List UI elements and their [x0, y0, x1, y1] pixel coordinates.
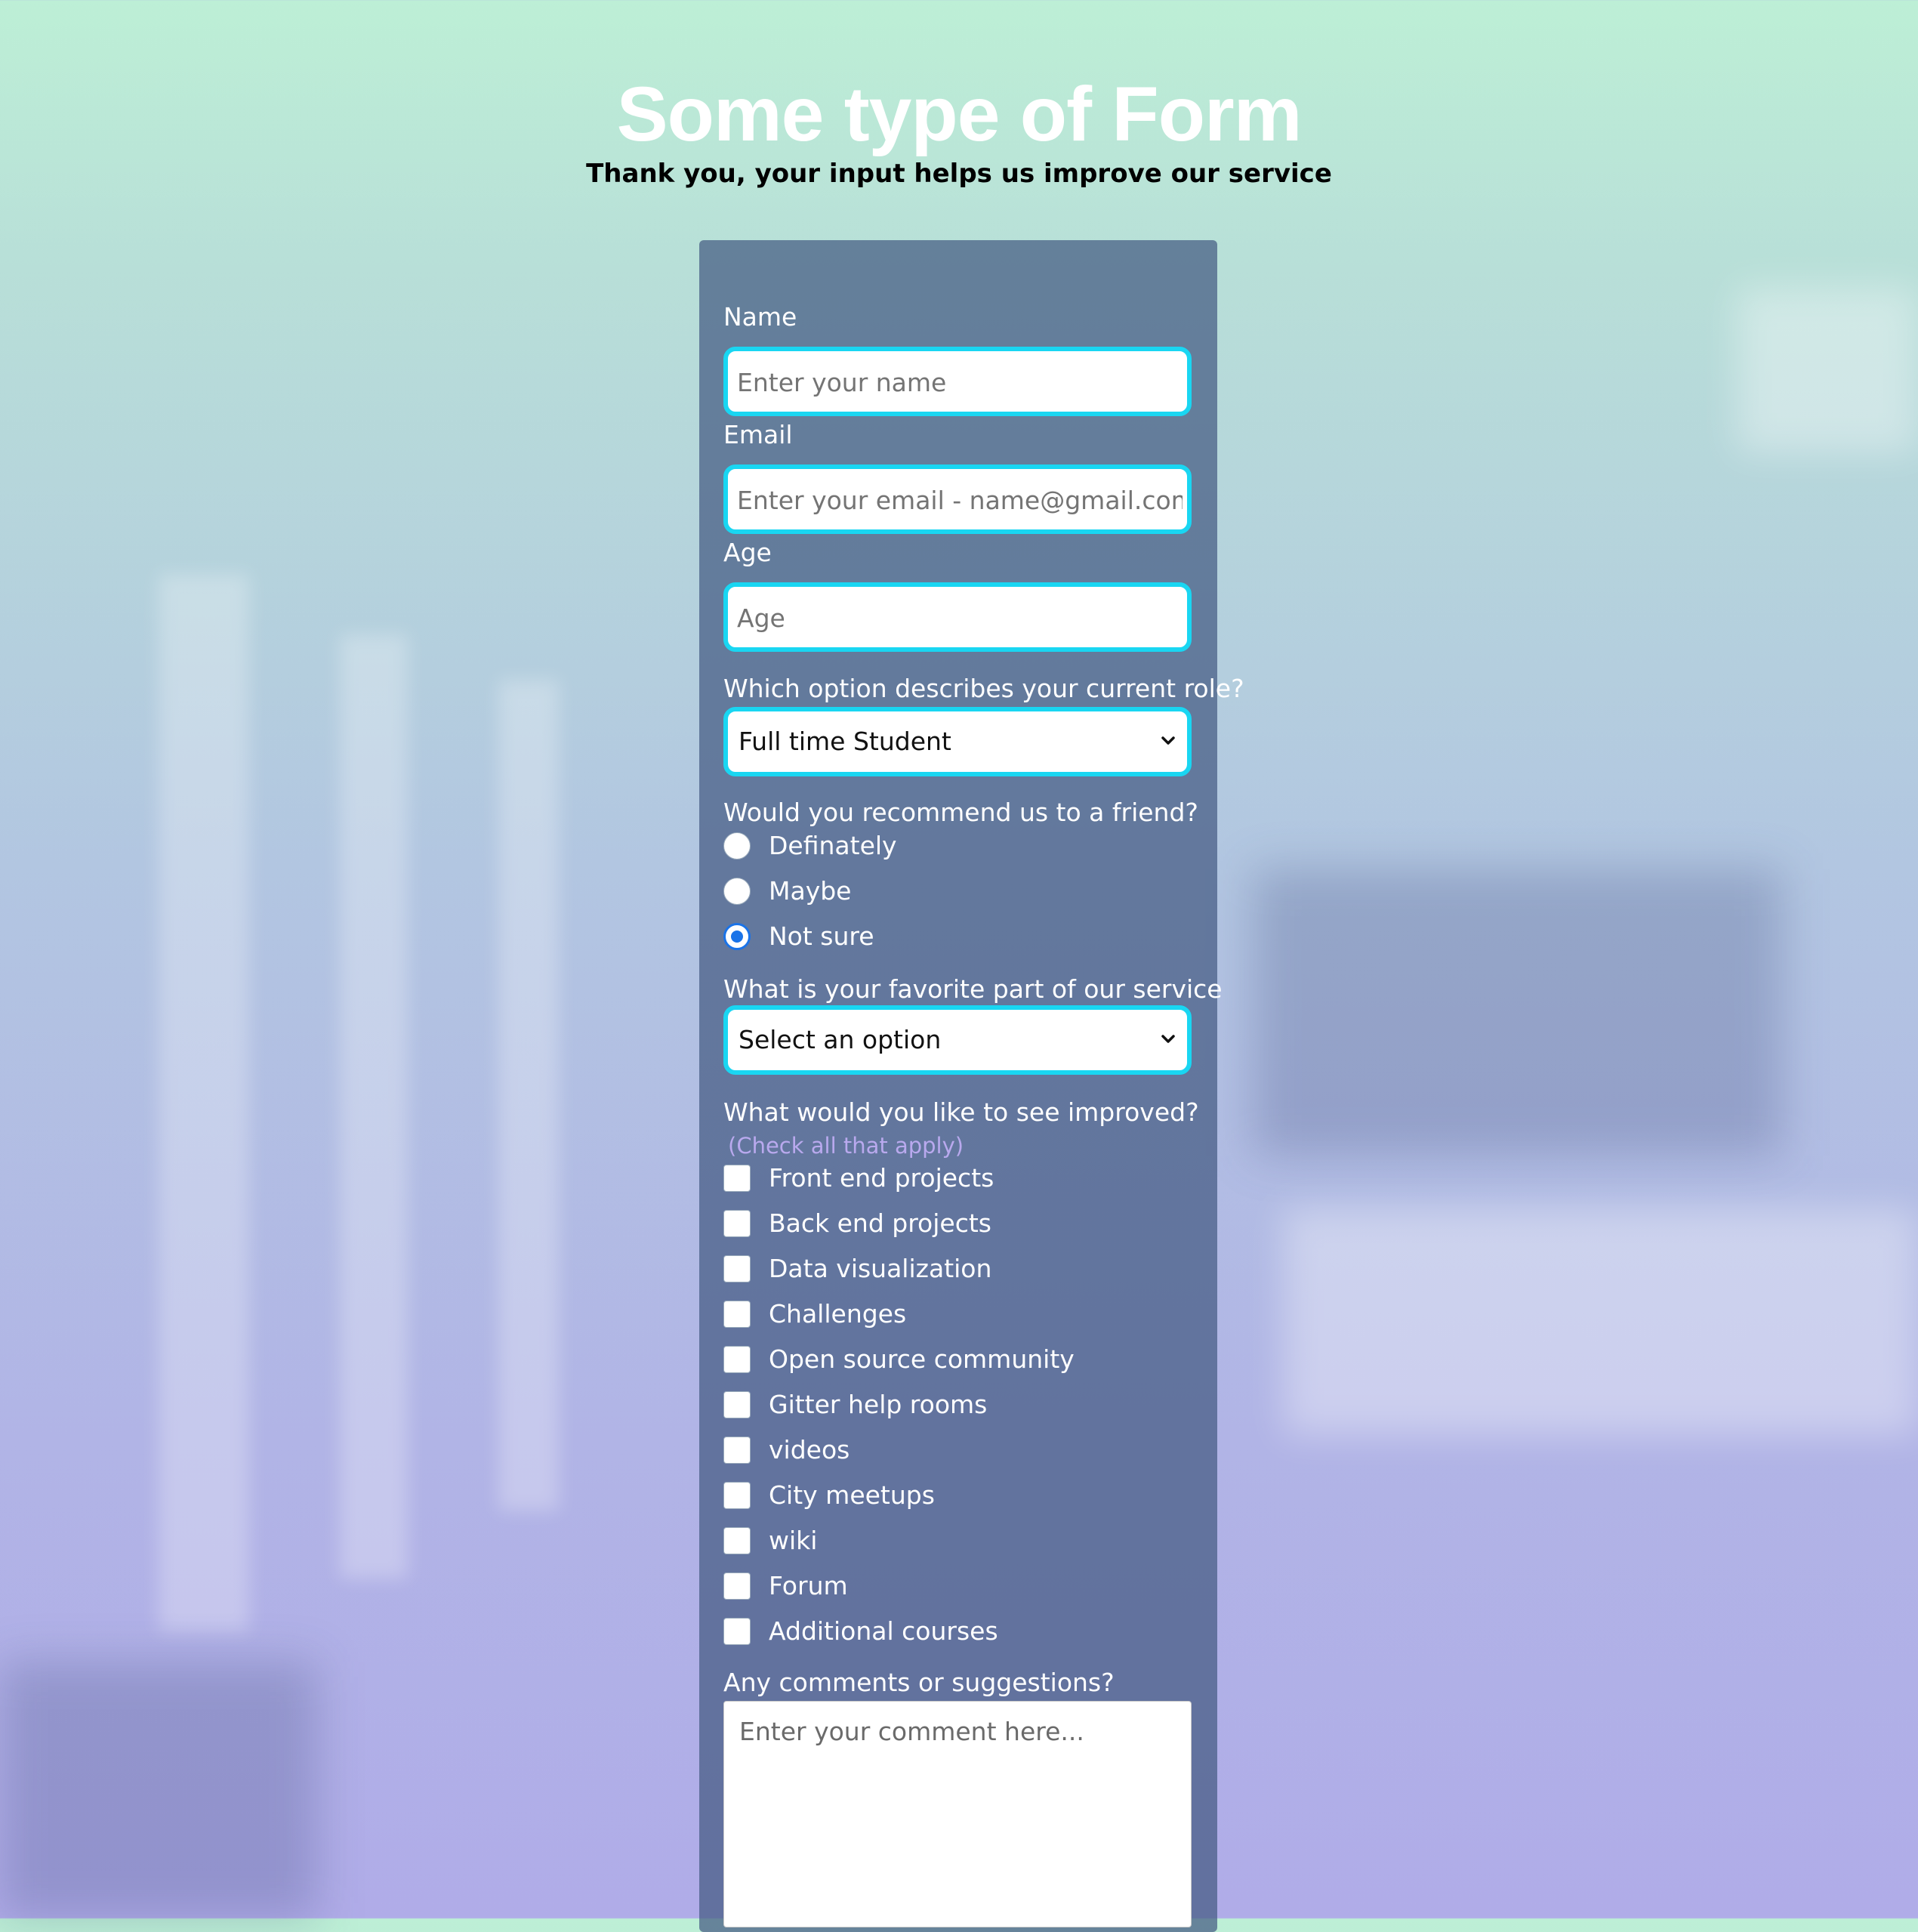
age-input[interactable] [735, 587, 1184, 649]
checkbox-label: Front end projects [769, 1163, 994, 1193]
background-highlight [1284, 1208, 1918, 1435]
radio-label: Maybe [769, 876, 852, 906]
checkbox[interactable] [723, 1346, 751, 1373]
checkbox[interactable] [723, 1391, 751, 1418]
checkbox-label: Data visualization [769, 1254, 992, 1283]
radio-button[interactable] [723, 832, 751, 860]
checkbox-label: wiki [769, 1526, 818, 1555]
radio-label: Not sure [769, 921, 874, 951]
checkbox[interactable] [723, 1210, 751, 1237]
comments-label: Any comments or suggestions? [723, 1668, 1115, 1697]
radio-button-selected[interactable] [723, 923, 751, 950]
checkbox[interactable] [723, 1482, 751, 1509]
improve-label: What would you like to see improved? [723, 1097, 1199, 1127]
radio-label: Definately [769, 831, 897, 860]
favorite-label: What is your favorite part of our servic… [723, 974, 1223, 1004]
checkbox-label: Gitter help rooms [769, 1390, 988, 1419]
background-column [159, 574, 249, 1631]
background-highlight [1737, 287, 1918, 453]
checkbox[interactable] [723, 1527, 751, 1554]
email-field-box [723, 464, 1192, 534]
checkbox[interactable] [723, 1301, 751, 1328]
background-shadow [0, 1662, 317, 1918]
checkbox-label: Open source community [769, 1344, 1075, 1374]
checkbox-label: Additional courses [769, 1616, 998, 1646]
page-subtitle: Thank you, your input helps us improve o… [586, 159, 1332, 189]
role-label: Which option describes your current role… [723, 674, 1244, 703]
checkbox-label: Challenges [769, 1299, 907, 1329]
recommend-label: Would you recommend us to a friend? [723, 798, 1198, 827]
checkbox-label: Back end projects [769, 1208, 991, 1238]
checkbox[interactable] [723, 1165, 751, 1192]
improve-hint: (Check all that apply) [728, 1133, 964, 1159]
chevron-down-icon [1161, 736, 1175, 745]
role-selected-value: Full time Student [739, 727, 951, 756]
name-field-box [723, 347, 1192, 416]
radio-button[interactable] [723, 878, 751, 905]
email-input[interactable] [735, 469, 1184, 531]
checkbox[interactable] [723, 1255, 751, 1282]
background-column [498, 680, 559, 1511]
checkbox[interactable] [723, 1572, 751, 1600]
checkbox[interactable] [723, 1618, 751, 1645]
favorite-dropdown[interactable]: Select an option [723, 1005, 1192, 1075]
checkbox[interactable] [723, 1437, 751, 1464]
name-input[interactable] [735, 351, 1184, 413]
name-label: Name [723, 302, 797, 332]
comments-textarea[interactable] [724, 1702, 1191, 1927]
checkbox-label: City meetups [769, 1480, 935, 1510]
page-title: Some type of Form [616, 71, 1303, 157]
checkbox-label: Forum [769, 1571, 848, 1600]
background-shadow [1253, 869, 1782, 1156]
chevron-down-icon [1161, 1035, 1175, 1043]
favorite-selected-value: Select an option [739, 1025, 942, 1054]
email-label: Email [723, 420, 793, 449]
age-field-box [723, 582, 1192, 652]
age-label: Age [723, 538, 772, 567]
comments-box [723, 1701, 1192, 1927]
background-column [340, 634, 408, 1579]
checkbox-label: videos [769, 1435, 850, 1464]
role-dropdown[interactable]: Full time Student [723, 707, 1192, 776]
